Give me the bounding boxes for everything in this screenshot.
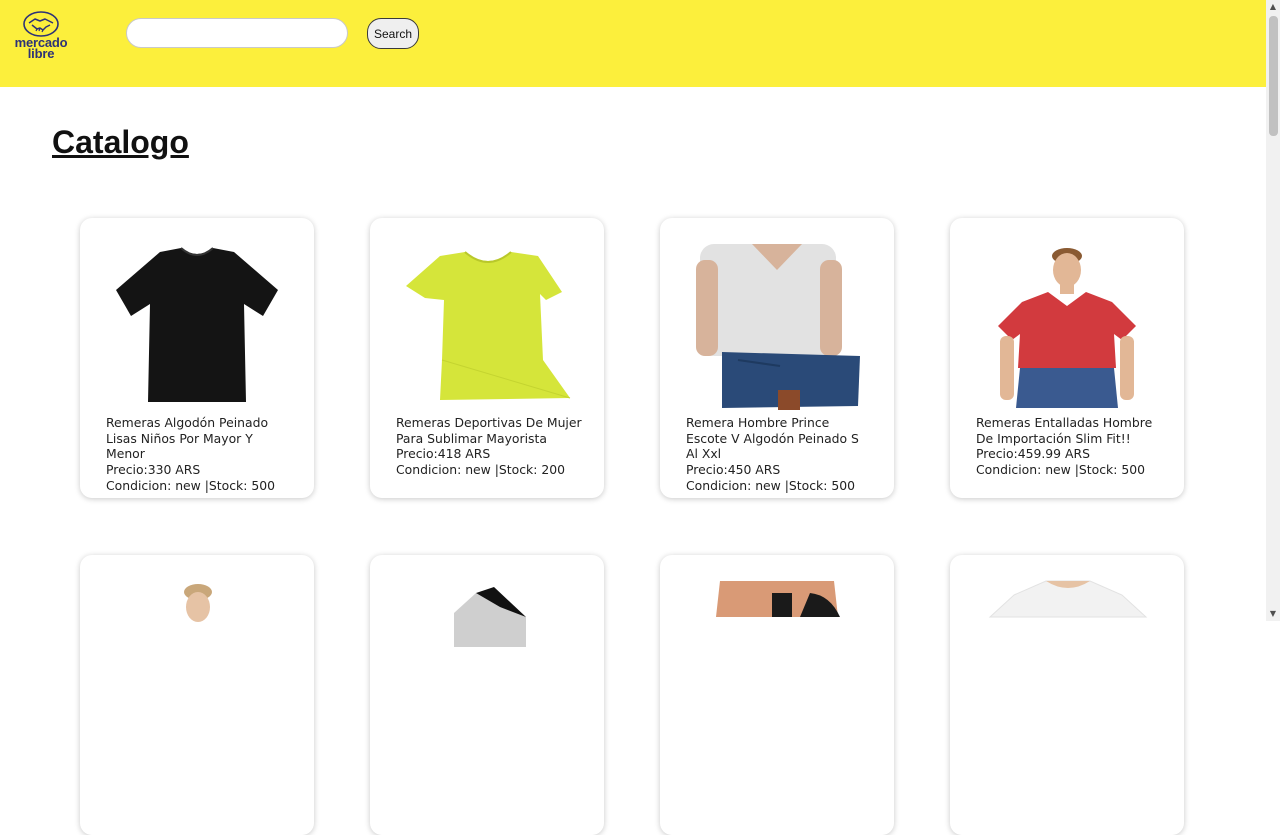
- product-name: Remeras Entalladas Hombre De Importación…: [976, 415, 1153, 446]
- product-image-black-tshirt: [116, 247, 278, 402]
- product-stock: |Stock: 200: [490, 462, 565, 478]
- product-meta: Condicion: new |Stock: 500: [686, 478, 872, 494]
- product-card[interactable]: [80, 555, 314, 835]
- search-button[interactable]: Search: [367, 18, 419, 49]
- product-meta: Condicion: new |Stock: 500: [976, 462, 1162, 478]
- product-image-woman-black-top-partial: [716, 581, 840, 617]
- product-price: Precio:418 ARS: [396, 446, 491, 462]
- page-title: Catalogo: [52, 124, 189, 160]
- product-image-dark-shirt-partial: [454, 587, 526, 647]
- product-info: Remera Hombre Prince Escote V Algodón Pe…: [686, 415, 872, 494]
- header: mercado libre Search: [0, 0, 1266, 87]
- product-price: Precio:459.99 ARS: [976, 446, 1090, 462]
- product-name: Remera Hombre Prince Escote V Algodón Pe…: [686, 415, 859, 462]
- search-input[interactable]: [126, 18, 348, 48]
- product-card[interactable]: Remeras Entalladas Hombre De Importación…: [950, 218, 1184, 498]
- product-card[interactable]: [370, 555, 604, 835]
- handshake-icon: [23, 11, 59, 37]
- logo-text: mercado libre: [10, 36, 72, 60]
- product-meta: Condicion: new |Stock: 200: [396, 462, 582, 478]
- product-info: Remeras Entalladas Hombre De Importación…: [976, 415, 1162, 478]
- product-meta: Condicion: new |Stock: 500: [106, 478, 292, 494]
- product-info: Remeras Algodón Peinado Lisas Niños Por …: [106, 415, 292, 494]
- product-stock: |Stock: 500: [780, 477, 855, 493]
- product-card[interactable]: Remera Hombre Prince Escote V Algodón Pe…: [660, 218, 894, 498]
- product-name: Remeras Algodón Peinado Lisas Niños Por …: [106, 415, 269, 462]
- product-condition: Condicion: new: [396, 462, 491, 478]
- scroll-down-arrow-icon[interactable]: ▼: [1266, 607, 1280, 621]
- product-card[interactable]: [660, 555, 894, 835]
- product-stock: |Stock: 500: [200, 477, 275, 493]
- product-card[interactable]: Remeras Deportivas De Mujer Para Sublima…: [370, 218, 604, 498]
- product-image-man-red-tshirt: [998, 248, 1136, 408]
- product-price: Precio:330 ARS: [106, 462, 201, 478]
- product-image-man-grey-vneck: [696, 244, 860, 410]
- page-scrollbar[interactable]: ▲ ▼: [1266, 0, 1280, 621]
- product-name: Remeras Deportivas De Mujer Para Sublima…: [396, 415, 582, 446]
- mercado-libre-logo[interactable]: mercado libre: [8, 10, 74, 66]
- product-image-man-white-tshirt-partial: [988, 580, 1148, 618]
- product-card[interactable]: [950, 555, 1184, 835]
- product-image-man-partial: [184, 584, 212, 622]
- product-condition: Condicion: new: [686, 477, 781, 493]
- product-image-lime-womens-tshirt: [406, 251, 571, 400]
- product-condition: Condicion: new: [106, 477, 201, 493]
- product-condition: Condicion: new: [976, 462, 1071, 478]
- product-price: Precio:450 ARS: [686, 462, 781, 478]
- product-card[interactable]: Remeras Algodón Peinado Lisas Niños Por …: [80, 218, 314, 498]
- product-info: Remeras Deportivas De Mujer Para Sublima…: [396, 415, 582, 478]
- scroll-up-arrow-icon[interactable]: ▲: [1266, 0, 1280, 14]
- product-stock: |Stock: 500: [1070, 462, 1145, 478]
- scroll-thumb[interactable]: [1269, 16, 1278, 136]
